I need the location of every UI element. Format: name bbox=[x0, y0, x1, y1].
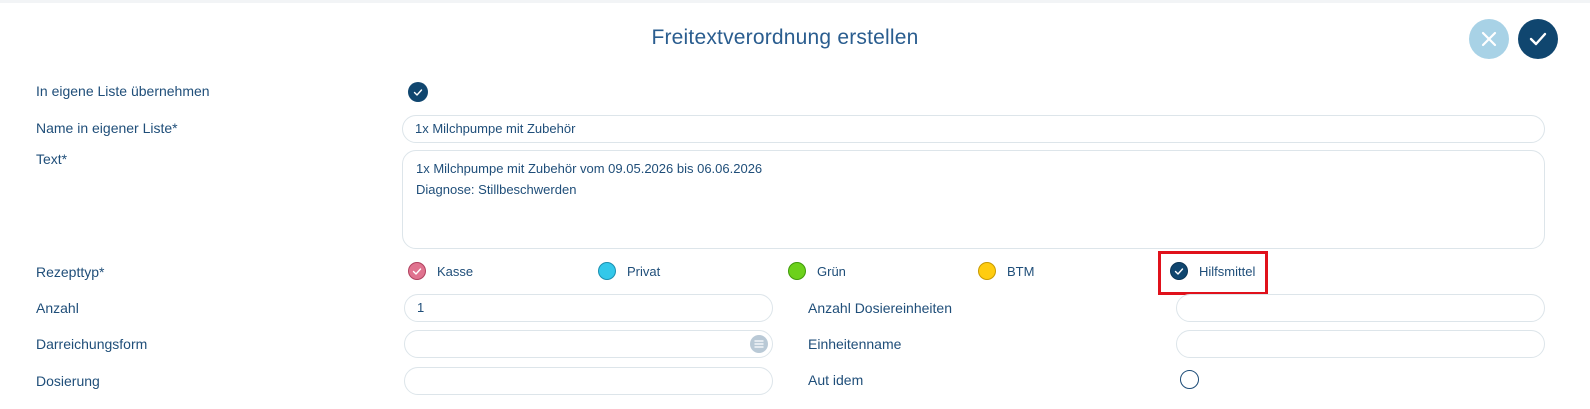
privat-circle-icon bbox=[598, 262, 616, 280]
anzahl-dosiereinheiten-input[interactable] bbox=[1176, 294, 1545, 322]
btm-label: BTM bbox=[1007, 263, 1035, 279]
dosierung-input[interactable] bbox=[404, 367, 773, 395]
gruen-circle-icon bbox=[788, 262, 806, 280]
dialog-title: Freitextverordnung erstellen bbox=[651, 26, 919, 49]
confirm-button[interactable] bbox=[1518, 19, 1558, 59]
rezepttyp-gruen[interactable]: Grün bbox=[788, 262, 846, 280]
name-input[interactable]: 1x Milchpumpe mit Zubehör bbox=[402, 115, 1545, 143]
top-border bbox=[0, 0, 1590, 3]
darreichungsform-input[interactable] bbox=[404, 330, 773, 358]
text-line-1: 1x Milchpumpe mit Zubehör vom 09.05.2026… bbox=[416, 161, 763, 176]
kasse-label: Kasse bbox=[437, 263, 474, 279]
dosierung-label: Dosierung bbox=[36, 373, 100, 389]
own-list-checkbox[interactable] bbox=[408, 82, 428, 102]
anzahl-dosiereinheiten-label: Anzahl Dosiereinheiten bbox=[808, 300, 952, 316]
btm-circle-icon bbox=[978, 262, 996, 280]
einheitenname-input[interactable] bbox=[1176, 330, 1545, 358]
text-area[interactable]: 1x Milchpumpe mit Zubehör vom 09.05.2026… bbox=[402, 150, 1545, 249]
darreichungsform-label: Darreichungsform bbox=[36, 336, 148, 352]
check-icon bbox=[1529, 32, 1547, 46]
text-line-2: Diagnose: Stillbeschwerden bbox=[416, 182, 577, 197]
rezepttyp-btm[interactable]: BTM bbox=[978, 262, 1034, 280]
check-icon bbox=[413, 88, 423, 96]
anzahl-label: Anzahl bbox=[36, 300, 79, 316]
cancel-button[interactable] bbox=[1469, 19, 1509, 59]
rezepttyp-kasse[interactable]: Kasse bbox=[408, 262, 473, 280]
gruen-label: Grün bbox=[817, 263, 846, 279]
einheitenname-label: Einheitenname bbox=[808, 336, 902, 352]
aut-idem-label: Aut idem bbox=[808, 372, 864, 388]
rezepttyp-privat[interactable]: Privat bbox=[598, 262, 660, 280]
highlight-box bbox=[1158, 251, 1268, 295]
close-icon bbox=[1481, 31, 1497, 47]
anzahl-input[interactable]: 1 bbox=[404, 294, 773, 322]
own-list-label: In eigene Liste übernehmen bbox=[36, 83, 210, 99]
privat-label: Privat bbox=[627, 263, 661, 279]
aut-idem-checkbox[interactable] bbox=[1180, 370, 1199, 389]
name-label: Name in eigener Liste* bbox=[36, 120, 178, 136]
list-icon[interactable] bbox=[750, 335, 768, 353]
rezepttyp-label: Rezepttyp* bbox=[36, 264, 105, 280]
kasse-check-icon bbox=[408, 262, 426, 280]
text-label: Text* bbox=[36, 151, 68, 167]
